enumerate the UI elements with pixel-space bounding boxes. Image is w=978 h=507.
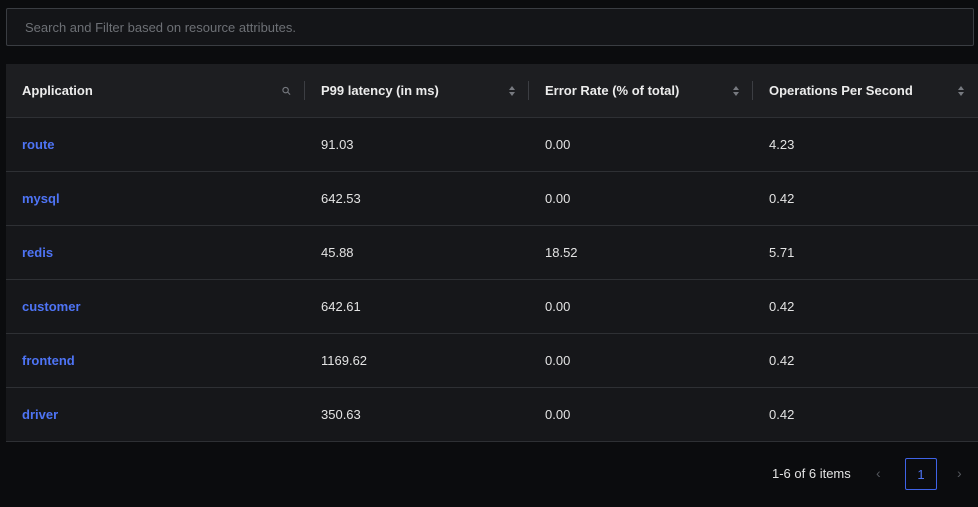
column-label: Operations Per Second	[769, 83, 913, 98]
prev-page-icon[interactable]: ‹	[876, 465, 881, 481]
column-label: P99 latency (in ms)	[321, 83, 439, 98]
application-link[interactable]: customer	[6, 299, 305, 314]
column-header-operations-per-second[interactable]: Operations Per Second	[753, 64, 978, 117]
table-row: frontend 1169.62 0.00 0.42	[6, 334, 978, 388]
table-row: redis 45.88 18.52 5.71	[6, 226, 978, 280]
p99-latency-value: 350.63	[321, 407, 361, 422]
application-link[interactable]: redis	[6, 245, 305, 260]
table-row: customer 642.61 0.00 0.42	[6, 280, 978, 334]
error-rate-value: 0.00	[545, 191, 571, 206]
sort-icon[interactable]	[733, 85, 739, 96]
search-input[interactable]	[7, 9, 973, 45]
p99-latency-value: 91.03	[321, 137, 354, 152]
next-page-icon[interactable]: ›	[957, 465, 962, 481]
column-header-error-rate[interactable]: Error Rate (% of total)	[529, 64, 753, 117]
error-rate-value: 0.00	[545, 353, 571, 368]
search-bar[interactable]	[6, 8, 974, 46]
ops-value: 0.42	[769, 299, 795, 314]
ops-value: 0.42	[769, 191, 795, 206]
sort-icon[interactable]	[958, 85, 964, 96]
column-header-application: Application	[6, 64, 305, 117]
error-rate-value: 18.52	[545, 245, 578, 260]
table-row: route 91.03 0.00 4.23	[6, 118, 978, 172]
p99-latency-value: 45.88	[321, 245, 354, 260]
table-body: route 91.03 0.00 4.23 mysql 642.53 0.00 …	[6, 118, 978, 442]
error-rate-value: 0.00	[545, 299, 571, 314]
table-row: driver 350.63 0.00 0.42	[6, 388, 978, 442]
page-button-current[interactable]: 1	[905, 458, 937, 490]
column-label: Error Rate (% of total)	[545, 83, 680, 98]
table-row: mysql 642.53 0.00 0.42	[6, 172, 978, 226]
column-header-p99-latency[interactable]: P99 latency (in ms)	[305, 64, 529, 117]
sort-icon[interactable]	[509, 85, 515, 96]
ops-value: 5.71	[769, 245, 795, 260]
pagination: 1-6 of 6 items ‹ 1 ›	[0, 458, 978, 490]
application-link[interactable]: driver	[6, 407, 305, 422]
application-link[interactable]: mysql	[6, 191, 305, 206]
search-icon[interactable]	[282, 83, 291, 98]
ops-value: 4.23	[769, 137, 795, 152]
error-rate-value: 0.00	[545, 407, 571, 422]
p99-latency-value: 642.61	[321, 299, 361, 314]
ops-value: 0.42	[769, 353, 795, 368]
error-rate-value: 0.00	[545, 137, 571, 152]
table-header: Application P99 latency (in ms) Error Ra…	[6, 64, 978, 118]
pagination-info: 1-6 of 6 items	[772, 466, 851, 481]
p99-latency-value: 1169.62	[321, 353, 368, 368]
applications-table: Application P99 latency (in ms) Error Ra…	[6, 64, 978, 442]
application-link[interactable]: frontend	[6, 353, 305, 368]
ops-value: 0.42	[769, 407, 795, 422]
p99-latency-value: 642.53	[321, 191, 361, 206]
application-link[interactable]: route	[6, 137, 305, 152]
column-label: Application	[22, 83, 93, 98]
